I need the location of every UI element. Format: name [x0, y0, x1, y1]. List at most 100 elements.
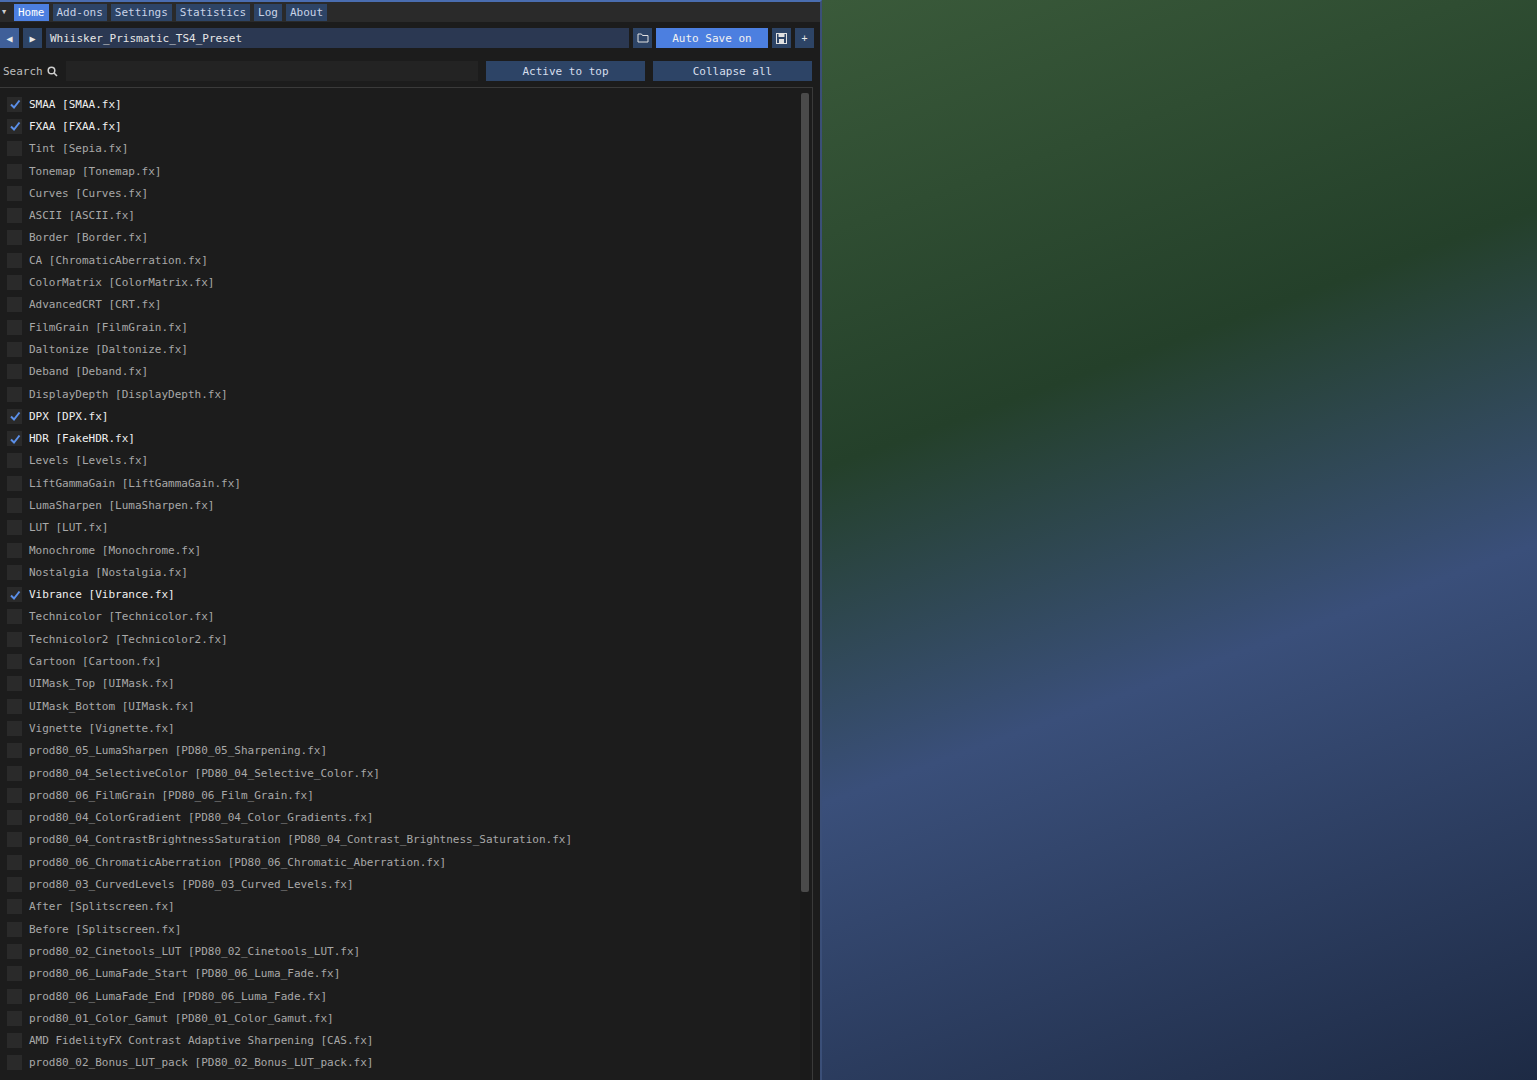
effect-checkbox[interactable] [7, 119, 22, 134]
effect-row[interactable]: Curves [Curves.fx] [0, 182, 796, 204]
effect-checkbox[interactable] [7, 1011, 22, 1026]
effect-row[interactable]: prod80_01_Color_Gamut [PD80_01_Color_Gam… [0, 1007, 796, 1029]
effect-checkbox[interactable] [7, 1055, 22, 1070]
menu-tab[interactable]: Settings [111, 4, 172, 21]
effect-row[interactable]: LumaSharpen [LumaSharpen.fx] [0, 494, 796, 516]
effect-checkbox[interactable] [7, 186, 22, 201]
effect-checkbox[interactable] [7, 989, 22, 1004]
effect-row[interactable]: Technicolor2 [Technicolor2.fx] [0, 628, 796, 650]
scrollbar[interactable] [800, 93, 810, 1080]
effect-checkbox[interactable] [7, 208, 22, 223]
effect-checkbox[interactable] [7, 297, 22, 312]
effect-row[interactable]: Monochrome [Monochrome.fx] [0, 539, 796, 561]
effect-row[interactable]: prod80_04_ContrastBrightnessSaturation [… [0, 829, 796, 851]
effect-checkbox[interactable] [7, 387, 22, 402]
effect-row[interactable]: SMAA [SMAA.fx] [0, 93, 796, 115]
effect-row[interactable]: UIMask_Bottom [UIMask.fx] [0, 695, 796, 717]
effect-row[interactable]: ColorMatrix [ColorMatrix.fx] [0, 271, 796, 293]
effect-checkbox[interactable] [7, 520, 22, 535]
effect-row[interactable]: Tint [Sepia.fx] [0, 138, 796, 160]
effect-row[interactable]: LUT [LUT.fx] [0, 517, 796, 539]
effect-checkbox[interactable] [7, 676, 22, 691]
effect-row[interactable]: Deband [Deband.fx] [0, 361, 796, 383]
menu-tab[interactable]: Log [254, 4, 282, 21]
effect-row[interactable]: Tonemap [Tonemap.fx] [0, 160, 796, 182]
effect-checkbox[interactable] [7, 877, 22, 892]
effect-checkbox[interactable] [7, 476, 22, 491]
effect-checkbox[interactable] [7, 230, 22, 245]
effect-row[interactable]: DPX [DPX.fx] [0, 405, 796, 427]
effect-checkbox[interactable] [7, 320, 22, 335]
effect-checkbox[interactable] [7, 565, 22, 580]
effect-checkbox[interactable] [7, 899, 22, 914]
effect-row[interactable]: prod80_02_Cinetools_LUT [PD80_02_Cinetoo… [0, 940, 796, 962]
effect-row[interactable]: Vignette [Vignette.fx] [0, 717, 796, 739]
list-button[interactable]: Active to top [486, 61, 645, 81]
effect-checkbox[interactable] [7, 275, 22, 290]
save-button[interactable] [772, 28, 791, 48]
effect-row[interactable]: Cartoon [Cartoon.fx] [0, 650, 796, 672]
effect-checkbox[interactable] [7, 922, 22, 937]
effect-row[interactable]: AMD FidelityFX Contrast Adaptive Sharpen… [0, 1029, 796, 1051]
effect-row[interactable]: prod80_03_CurvedLevels [PD80_03_Curved_L… [0, 873, 796, 895]
menu-tab[interactable]: Statistics [176, 4, 250, 21]
add-preset-button[interactable]: + [795, 28, 814, 48]
effect-checkbox[interactable] [7, 944, 22, 959]
effect-checkbox[interactable] [7, 453, 22, 468]
effect-row[interactable]: Border [Border.fx] [0, 227, 796, 249]
browse-button[interactable] [633, 28, 652, 48]
effect-row[interactable]: Technicolor [Technicolor.fx] [0, 606, 796, 628]
effect-row[interactable]: Nostalgia [Nostalgia.fx] [0, 561, 796, 583]
effect-checkbox[interactable] [7, 164, 22, 179]
effect-row[interactable]: Before [Splitscreen.fx] [0, 918, 796, 940]
effect-row[interactable]: prod80_06_LumaFade_End [PD80_06_Luma_Fad… [0, 985, 796, 1007]
effect-checkbox[interactable] [7, 409, 22, 424]
next-preset-button[interactable]: ▶ [23, 28, 42, 48]
effect-row[interactable]: Vibrance [Vibrance.fx] [0, 584, 796, 606]
effect-checkbox[interactable] [7, 743, 22, 758]
effect-row[interactable]: prod80_04_ColorGradient [PD80_04_Color_G… [0, 807, 796, 829]
effect-checkbox[interactable] [7, 832, 22, 847]
preset-path-field[interactable]: Whiisker_Prismatic_TS4_Preset [46, 28, 629, 48]
effect-checkbox[interactable] [7, 141, 22, 156]
effect-row[interactable]: AdvancedCRT [CRT.fx] [0, 294, 796, 316]
effect-row[interactable]: FXAA [FXAA.fx] [0, 115, 796, 137]
effect-row[interactable]: ASCII [ASCII.fx] [0, 204, 796, 226]
effect-checkbox[interactable] [7, 342, 22, 357]
effect-row[interactable]: After [Splitscreen.fx] [0, 896, 796, 918]
effect-row[interactable]: CA [ChromaticAberration.fx] [0, 249, 796, 271]
list-button[interactable]: Collapse all [653, 61, 812, 81]
effect-checkbox[interactable] [7, 609, 22, 624]
effect-row[interactable]: LiftGammaGain [LiftGammaGain.fx] [0, 472, 796, 494]
scrollbar-thumb[interactable] [801, 93, 809, 892]
effect-checkbox[interactable] [7, 587, 22, 602]
effect-checkbox[interactable] [7, 364, 22, 379]
effect-row[interactable]: DisplayDepth [DisplayDepth.fx] [0, 383, 796, 405]
effect-checkbox[interactable] [7, 721, 22, 736]
effect-row[interactable]: Levels [Levels.fx] [0, 450, 796, 472]
effect-row[interactable]: prod80_05_LumaSharpen [PD80_05_Sharpenin… [0, 740, 796, 762]
effect-checkbox[interactable] [7, 966, 22, 981]
effect-row[interactable]: Daltonize [Daltonize.fx] [0, 338, 796, 360]
effect-checkbox[interactable] [7, 431, 22, 446]
effect-checkbox[interactable] [7, 766, 22, 781]
effect-checkbox[interactable] [7, 788, 22, 803]
effect-checkbox[interactable] [7, 632, 22, 647]
prev-preset-button[interactable]: ◀ [0, 28, 19, 48]
effect-checkbox[interactable] [7, 1033, 22, 1048]
effect-row[interactable]: prod80_06_ChromaticAberration [PD80_06_C… [0, 851, 796, 873]
effect-row[interactable]: HDR [FakeHDR.fx] [0, 427, 796, 449]
search-input[interactable] [66, 61, 478, 81]
effect-checkbox[interactable] [7, 253, 22, 268]
collapse-toggle[interactable]: ▼ [2, 8, 10, 16]
effect-row[interactable]: UIMask_Top [UIMask.fx] [0, 673, 796, 695]
menu-tab[interactable]: Add-ons [53, 4, 107, 21]
effect-checkbox[interactable] [7, 97, 22, 112]
effect-checkbox[interactable] [7, 543, 22, 558]
menu-tab[interactable]: About [286, 4, 327, 21]
auto-save-button[interactable]: Auto Save on [656, 28, 768, 48]
effect-checkbox[interactable] [7, 699, 22, 714]
effect-row[interactable]: prod80_02_Bonus_LUT_pack [PD80_02_Bonus_… [0, 1052, 796, 1074]
effect-row[interactable]: prod80_04_SelectiveColor [PD80_04_Select… [0, 762, 796, 784]
effect-checkbox[interactable] [7, 654, 22, 669]
